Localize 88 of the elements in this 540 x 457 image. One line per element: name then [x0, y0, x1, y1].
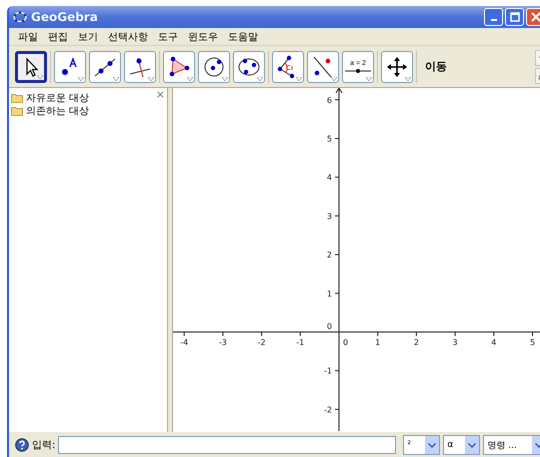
tick-mark — [334, 292, 340, 294]
minimize-button[interactable] — [484, 8, 503, 26]
slider-track-icon — [345, 68, 371, 74]
perpendicular-tool-button[interactable] — [124, 50, 156, 82]
dropdown-triangle-icon — [405, 76, 411, 80]
dropdown-triangle-icon — [37, 74, 43, 78]
input-label: 입력: — [32, 439, 56, 452]
move-view-tool-button[interactable] — [381, 50, 413, 82]
tick-mark — [261, 332, 262, 336]
menu-item[interactable]: 편집 — [43, 30, 73, 44]
dropdown[interactable]: α — [443, 435, 480, 455]
axis-tick-label: 3 — [452, 338, 458, 347]
axis-tick-label: 4 — [491, 338, 496, 347]
circle-icon — [202, 54, 226, 78]
tree-node-label[interactable]: 의존하는 대상 — [26, 104, 90, 118]
tick-mark — [454, 332, 456, 336]
dropdown-triangle-icon — [78, 76, 84, 80]
help-icon[interactable] — [15, 438, 29, 452]
axis-tick-label: 1 — [326, 289, 332, 298]
tick-mark — [334, 370, 340, 372]
close-button[interactable] — [526, 8, 540, 26]
menu-item[interactable]: 선택사항 — [103, 30, 153, 44]
axis-tick-label: 1 — [375, 338, 380, 347]
axis-tick-label: 0 — [326, 322, 332, 331]
line-tool-button[interactable] — [89, 50, 121, 82]
tick-mark — [334, 99, 340, 100]
conic-tool-button[interactable] — [233, 50, 265, 82]
dropdown-triangle-icon — [257, 76, 263, 80]
axis-tick-label: -1 — [296, 338, 304, 347]
menu-item[interactable]: 도움말 — [223, 30, 263, 44]
axis-tick-label: 3 — [326, 212, 332, 221]
tick-mark — [184, 332, 185, 336]
tool-name-label: 이동 — [425, 59, 447, 74]
axis-tick-label: -4 — [180, 338, 188, 347]
close-panel-button[interactable]: × — [156, 88, 165, 101]
dropdown[interactable]: ² — [403, 435, 440, 455]
menu-item[interactable]: 도구 — [153, 30, 183, 44]
dropdown-triangle-icon — [187, 76, 193, 80]
folder-icon — [11, 106, 23, 116]
menu-item[interactable]: 윈도우 — [183, 30, 223, 44]
tick-mark — [377, 332, 378, 336]
ellipse-logo-icon — [13, 11, 27, 23]
tick-mark — [334, 215, 340, 216]
axis-tick-label: 0 — [343, 338, 348, 347]
tick-mark — [334, 408, 340, 410]
dropdown-triangle-icon — [366, 76, 372, 80]
axis-tick-label: 6 — [326, 96, 332, 105]
axis-tick-label: 2 — [326, 250, 332, 260]
axis-tick-label: 2 — [414, 338, 419, 347]
axis-tick-label: 4 — [326, 173, 332, 182]
dropdown-triangle-icon — [113, 76, 119, 80]
tick-mark — [222, 332, 224, 336]
move-tool-button[interactable] — [15, 50, 47, 82]
tick-mark — [334, 138, 340, 139]
point-tool-button[interactable] — [54, 50, 86, 82]
axis-tick-label: 5 — [326, 134, 332, 144]
tree-node-label[interactable]: 자유로운 대상 — [26, 90, 90, 104]
tick-mark — [532, 332, 533, 336]
axis-tick-label: -1 — [324, 366, 332, 376]
tick-mark — [334, 254, 340, 256]
angle-tool-button[interactable] — [272, 50, 304, 82]
minimize-icon — [490, 19, 496, 21]
dropdown-triangle-icon — [331, 76, 337, 80]
menu-item[interactable]: 보기 — [73, 30, 103, 44]
tick-mark — [334, 176, 340, 178]
axis-tick-label: 5 — [530, 338, 536, 347]
circle-tool-button[interactable] — [198, 50, 230, 82]
folder-icon — [11, 92, 23, 102]
tick-mark — [300, 332, 301, 336]
input-field[interactable] — [58, 436, 396, 454]
close-icon — [530, 12, 540, 22]
window-title: GeoGebra — [31, 10, 98, 24]
dropdown-triangle-icon — [222, 76, 228, 80]
menu-item[interactable]: 파일 — [13, 30, 43, 44]
axis-tick-label: -3 — [218, 338, 227, 347]
dropdown[interactable]: 명령 ... — [483, 435, 540, 455]
reflect-tool-button[interactable] — [307, 50, 339, 82]
dropdown-triangle-icon — [296, 76, 302, 80]
axis-tick-label: -2 — [258, 338, 266, 347]
four-way-arrow-icon — [385, 54, 409, 78]
maximize-button[interactable] — [505, 8, 524, 26]
maximize-icon — [510, 12, 520, 22]
triangle-icon — [167, 54, 191, 78]
tick-mark — [493, 332, 494, 336]
polygon-tool-button[interactable] — [163, 50, 195, 82]
tick-mark — [416, 332, 417, 336]
dropdown-triangle-icon — [148, 76, 154, 80]
axis-tick-label: -2 — [324, 405, 332, 414]
